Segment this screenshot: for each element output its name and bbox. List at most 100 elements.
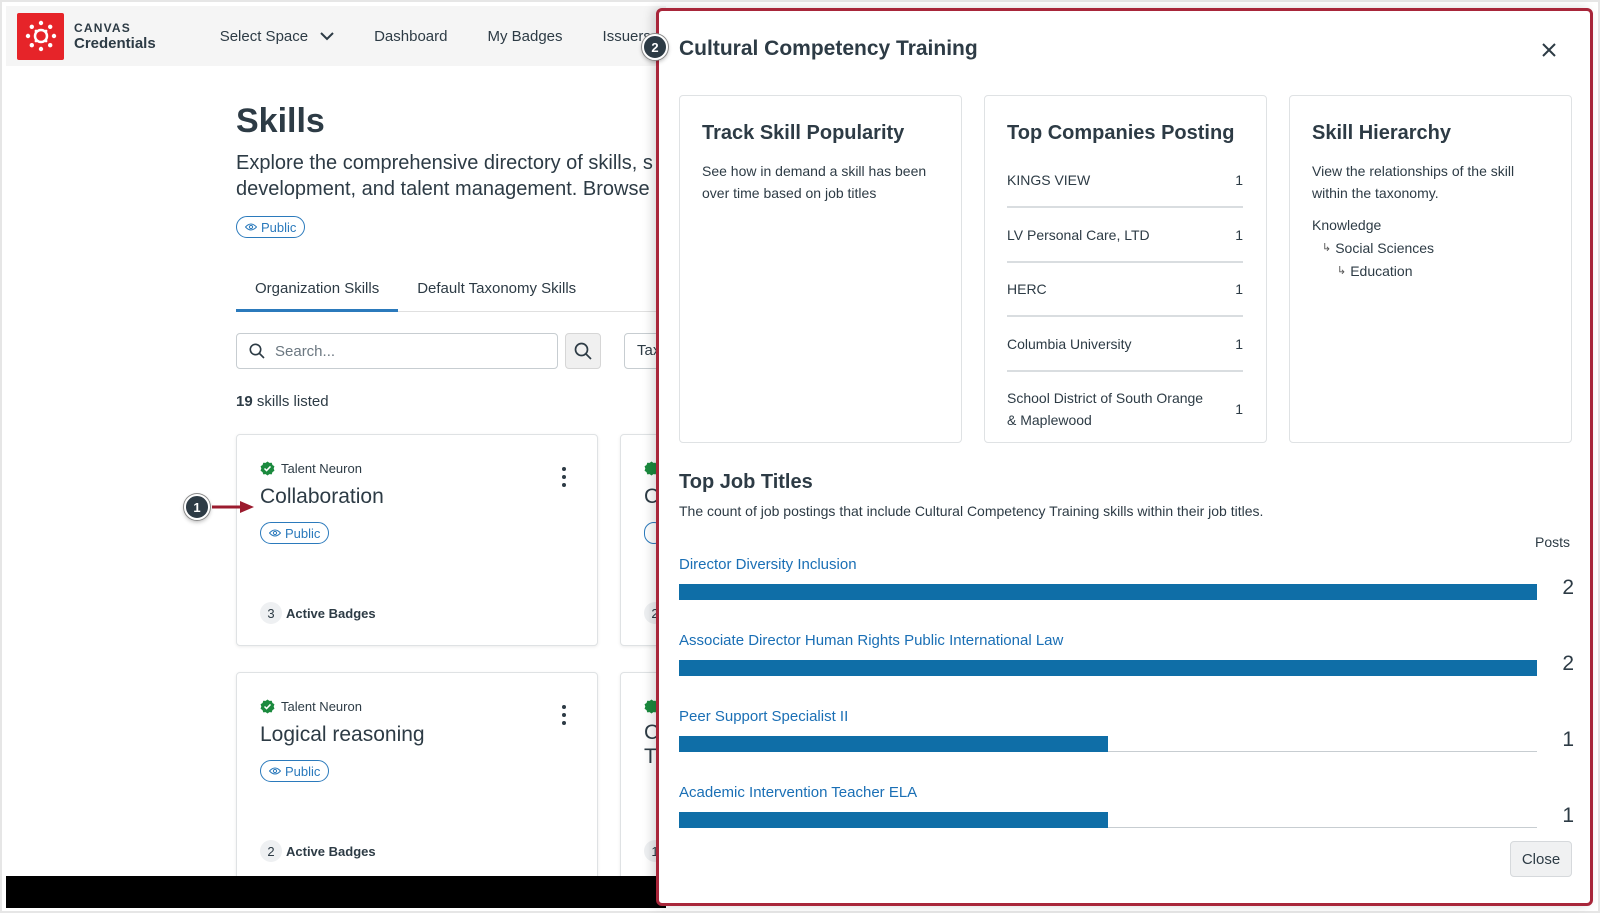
card-active-badges: 2 Active Badges [260,840,376,862]
card-issuer-name: Talent Neuron [281,461,362,476]
job-title-row: Associate Director Human Rights Public I… [679,632,1574,708]
card-visibility-label: Public [285,525,321,541]
skill-card[interactable]: C Tr 1 [620,672,660,876]
skill-card[interactable]: Talent Neuron Logical reasoning Public 2… [236,672,598,876]
company-count: 1 [1235,281,1243,297]
card-options-icon[interactable] [561,705,567,725]
card-badge-label: Active Badges [286,843,376,859]
close-icon[interactable] [1538,39,1560,61]
job-title-bar [679,812,1108,828]
bottom-bar [6,876,666,908]
company-name: KINGS VIEW [1007,172,1091,188]
company-row: LV Personal Care, LTD 1 [1007,208,1243,263]
top-navigation: CANVAS Credentials Select Space Dashboar… [6,6,666,66]
job-title-link[interactable]: Academic Intervention Teacher ELA [679,784,917,801]
card-visibility-badge: Public [260,760,330,782]
canvas-logo-icon [17,12,64,60]
brand-bottom-text: Credentials [74,35,156,52]
hierarchy-level-1-label: Social Sciences [1335,240,1435,256]
hierarchy-level-0: Knowledge [1312,217,1382,233]
job-title-link[interactable]: Director Diversity Inclusion [679,556,857,573]
job-title-count: 2 [1562,576,1574,599]
page-description-line1: Explore the comprehensive directory of s… [236,152,653,174]
panel-skill-hierarchy: Skill Hierarchy View the relationships o… [1289,95,1572,443]
nav-select-space-label: Select Space [219,27,309,45]
card-options-icon[interactable] [561,467,567,487]
tab-default-taxonomy-skills[interactable]: Default Taxonomy Skills [398,270,595,312]
job-title-bar [679,736,1108,752]
job-title-count: 2 [1562,652,1574,675]
search-button[interactable] [565,333,601,369]
panel-popularity-title: Track Skill Popularity [702,122,905,144]
job-title-bar-track [679,812,1537,828]
card-badge-label: Active Badges [286,605,376,621]
skill-card[interactable]: Talent Neuron Collaboration Public 3 Act… [236,434,598,646]
company-row: KINGS VIEW 1 [1007,154,1243,208]
card-skill-name[interactable]: Collaboration [260,485,384,509]
search-field [236,333,558,369]
card-skill-name[interactable]: Logical reasoning [260,723,425,747]
panel-companies-title: Top Companies Posting [1007,122,1235,144]
eye-icon [245,223,257,231]
nav-my-badges[interactable]: My Badges [487,28,562,45]
job-title-bar-track [679,584,1537,600]
skills-count-label: skills listed [256,393,329,410]
taxonomy-select[interactable]: Tax [624,333,660,369]
job-title-bar-track [679,736,1537,752]
job-title-count: 1 [1562,804,1574,827]
company-name: School District of South Orange & Maplew… [1007,390,1204,428]
close-button[interactable]: Close [1510,841,1572,877]
tray-title: Cultural Competency Training [679,37,978,60]
company-count: 1 [1235,401,1243,417]
job-titles-heading: Top Job Titles [679,471,813,493]
skills-count-number: 19 [236,393,253,410]
job-title-link[interactable]: Associate Director Human Rights Public I… [679,632,1063,649]
company-name: HERC [1007,281,1047,297]
callout-2: 2 [642,34,668,60]
job-title-bar [679,584,1537,600]
nav-select-space[interactable]: Select Space [220,28,334,45]
company-count: 1 [1235,335,1243,352]
company-row: Columbia University 1 [1007,317,1243,372]
tree-elbow-icon: ↳ [1337,265,1347,277]
panel-hierarchy-desc: View the relationships of the skill with… [1312,163,1515,201]
skill-card[interactable]: C 2 [620,434,660,646]
hierarchy-tree: Knowledge ↳ Social Sciences ↳ Education [1312,214,1434,283]
job-title-row: Director Diversity Inclusion 2 [679,556,1574,632]
callout-arrow-icon [212,501,254,513]
card-issuer: Talent Neuron [260,461,362,476]
card-issuer: Talent Neuron [260,699,362,714]
panel-popularity-desc: See how in demand a skill has been over … [702,163,927,201]
tab-organization-skills[interactable]: Organization Skills [236,270,399,312]
callout-1: 1 [184,494,210,520]
card-badge-count: 2 [260,840,282,862]
page-title: Skills [236,102,325,140]
eye-icon [269,767,281,775]
panel-skill-popularity: Track Skill Popularity See how in demand… [679,95,962,443]
job-title-count: 1 [1562,728,1574,751]
canvas-credentials-logo[interactable]: CANVAS Credentials [17,12,156,60]
search-icon [574,342,592,360]
verified-check-icon [260,461,275,476]
skills-tabs: Organization Skills Default Taxonomy Ski… [236,270,660,312]
nav-dashboard[interactable]: Dashboard [374,28,447,45]
job-titles-chart: Director Diversity Inclusion 2 Associate D… [679,556,1574,836]
company-name: Columbia University [1007,335,1132,352]
job-title-link[interactable]: Peer Support Specialist II [679,708,848,725]
hierarchy-level-2: ↳ Education [1337,260,1434,283]
brand-top-text: CANVAS [74,21,131,35]
card-badge-count: 3 [260,602,282,624]
search-input[interactable] [275,342,535,360]
company-row: School District of South Orange & Maplew… [1007,372,1243,446]
skills-count: 19 skills listed [236,393,329,410]
chevron-down-icon [320,31,334,40]
card-visibility-badge: Public [260,522,330,544]
tree-elbow-icon: ↳ [1322,242,1332,254]
page-visibility-badge: Public [236,216,306,238]
search-icon [249,343,265,359]
job-titles-description: The count of job postings that include C… [679,503,1264,519]
hierarchy-level-1: ↳ Social Sciences [1322,237,1434,260]
job-titles-posts-label: Posts [1534,534,1570,550]
skills-page: Skills Explore the comprehensive directo… [0,66,660,876]
card-issuer-name: Talent Neuron [281,699,362,714]
